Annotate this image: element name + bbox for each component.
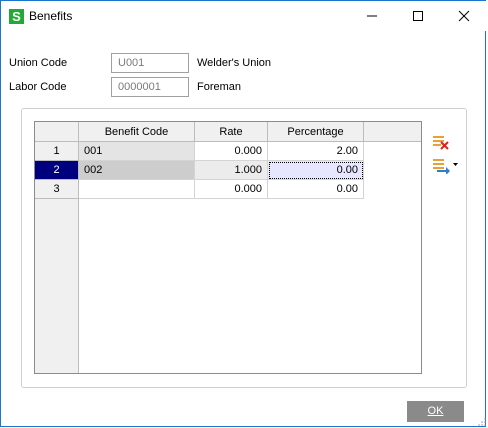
- window-title: Benefits: [29, 9, 73, 23]
- cell-rate-2[interactable]: 1.000: [195, 161, 268, 180]
- column-header-filler: [364, 122, 421, 142]
- insert-row-icon: [433, 159, 458, 175]
- delete-row-button[interactable]: [431, 133, 451, 151]
- cell-percentage-2[interactable]: 0.00: [268, 161, 364, 180]
- insert-row-button[interactable]: [431, 156, 459, 175]
- ok-button[interactable]: OK: [407, 401, 464, 422]
- cell-benefit-code-3[interactable]: [79, 180, 195, 199]
- grid-corner-header: [35, 122, 79, 142]
- column-header-rate[interactable]: Rate: [195, 122, 268, 142]
- app-logo-icon: S: [9, 9, 24, 24]
- labor-code-field[interactable]: 0000001: [111, 77, 189, 97]
- cell-benefit-code-2[interactable]: 002: [79, 161, 195, 180]
- benefits-grid[interactable]: Benefit Code Rate Percentage 1 001 0.000…: [34, 121, 422, 374]
- row-header-1[interactable]: 1: [35, 142, 79, 161]
- maximize-icon: [413, 11, 423, 21]
- cell-percentage-3[interactable]: 0.00: [268, 180, 364, 199]
- benefits-window: S Benefits Union Code U001 Welder's Unio…: [0, 0, 487, 427]
- union-code-field[interactable]: U001: [111, 53, 189, 73]
- column-header-percentage[interactable]: Percentage: [268, 122, 364, 142]
- cell-rate-3[interactable]: 0.000: [195, 180, 268, 199]
- row-header-2[interactable]: 2: [35, 161, 79, 180]
- minimize-button[interactable]: [349, 1, 395, 31]
- row-header-3[interactable]: 3: [35, 180, 79, 199]
- delete-row-icon: [433, 136, 449, 150]
- column-header-benefit-code[interactable]: Benefit Code: [79, 122, 195, 142]
- cell-percentage-1[interactable]: 2.00: [268, 142, 364, 161]
- title-bar[interactable]: S Benefits: [1, 1, 487, 31]
- close-button[interactable]: [441, 1, 487, 31]
- labor-code-label: Labor Code: [9, 81, 67, 93]
- union-code-description: Welder's Union: [197, 57, 272, 69]
- labor-code-description: Foreman: [197, 81, 242, 93]
- cell-rate-1[interactable]: 0.000: [195, 142, 268, 161]
- minimize-icon: [367, 15, 377, 17]
- cell-benefit-code-1[interactable]: 001: [79, 142, 195, 161]
- maximize-button[interactable]: [395, 1, 441, 31]
- close-icon: [458, 10, 470, 22]
- union-code-label: Union Code: [9, 57, 68, 69]
- resize-grip-icon[interactable]: [477, 417, 487, 427]
